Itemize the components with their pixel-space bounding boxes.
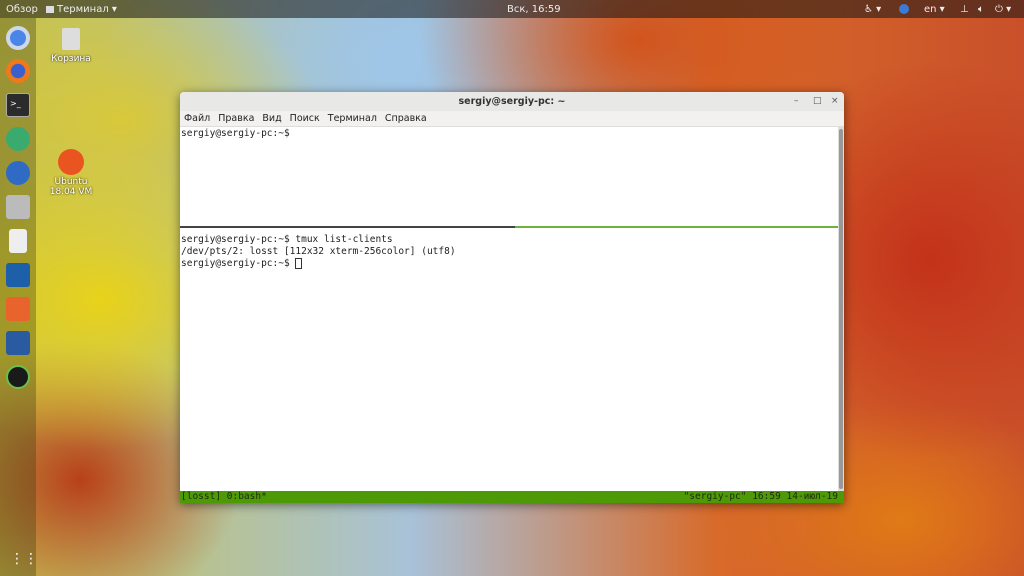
scrollbar-thumb[interactable]: [839, 129, 843, 489]
network-icon[interactable]: ⊥: [960, 4, 969, 15]
tmux-status-left: [losst] 0:bash*: [181, 491, 267, 502]
app-menu-label: Терминал ▾: [57, 3, 117, 15]
chromium-icon[interactable]: [6, 26, 30, 50]
activities-button[interactable]: Обзор: [6, 4, 38, 15]
accessibility-icon[interactable]: ♿ ▾: [864, 4, 881, 15]
dock: >_ ⋮⋮: [0, 18, 38, 576]
menu-view[interactable]: Вид: [262, 111, 281, 126]
menu-search[interactable]: Поиск: [290, 111, 320, 126]
cursor: [295, 258, 303, 269]
scrollbar[interactable]: [838, 127, 844, 491]
terminal-line: /dev/pts/2: losst [112x32 xterm-256color…: [181, 246, 456, 257]
rhythmbox-icon[interactable]: [9, 229, 27, 253]
tmux-status-right: "sergiy-pc" 16:59 14-июл-19: [683, 491, 838, 502]
menu-file[interactable]: Файл: [184, 111, 210, 126]
show-applications-icon[interactable]: ⋮⋮: [10, 551, 38, 567]
terminal-prompt-line: sergiy@sergiy-pc:~$: [181, 258, 303, 270]
virtualbox-icon[interactable]: [6, 331, 30, 355]
atom-icon[interactable]: [6, 127, 30, 151]
terminal-dock-icon[interactable]: >_: [6, 93, 30, 117]
pane-divider-active: [515, 226, 838, 228]
top-pane-prompt: sergiy@sergiy-pc:~$: [181, 128, 290, 139]
language-selector[interactable]: en ▾: [924, 4, 945, 15]
ubuntu-icon: [58, 149, 84, 175]
libreoffice-writer-icon[interactable]: [6, 263, 30, 287]
clock[interactable]: Вск, 16:59: [507, 4, 561, 15]
menu-bar: Файл Правка Вид Поиск Терминал Справка: [180, 111, 844, 127]
top-bar: Обзор Терминал ▾ Вск, 16:59 ♿ ▾ en ▾ ⊥ 🔈…: [0, 0, 1024, 18]
menu-help[interactable]: Справка: [385, 111, 427, 126]
ubuntu-vm-desktop-icon[interactable]: Ubuntu 18.04 VM: [41, 149, 101, 197]
gimp-icon[interactable]: [6, 365, 30, 389]
pane-divider-inactive: [180, 226, 515, 228]
prompt-text: sergiy@sergiy-pc:~$: [181, 258, 296, 269]
menu-terminal[interactable]: Терминал: [328, 111, 377, 126]
terminal-line: sergiy@sergiy-pc:~$ tmux list-clients: [181, 234, 393, 245]
volume-icon[interactable]: 🔈︎: [978, 4, 984, 15]
maximize-button[interactable]: □: [813, 92, 822, 111]
terminal-icon: [46, 5, 54, 13]
ubuntu-label-version: 18.04 VM: [49, 187, 93, 197]
firefox-icon[interactable]: [6, 59, 30, 83]
chrome-tray-icon[interactable]: [899, 4, 909, 14]
window-title: sergiy@sergiy-pc: ~: [458, 96, 566, 107]
trash-icon: [62, 28, 80, 50]
title-bar[interactable]: sergiy@sergiy-pc: ~ – □ ×: [180, 92, 844, 111]
ubuntu-label: Ubuntu: [54, 177, 88, 187]
software-center-icon[interactable]: [6, 297, 30, 321]
power-icon[interactable]: ⏻ ▾: [995, 4, 1011, 15]
trash-label: Корзина: [51, 54, 91, 64]
menu-edit[interactable]: Правка: [218, 111, 254, 126]
app-menu[interactable]: Терминал ▾: [46, 4, 117, 15]
terminal-area[interactable]: sergiy@sergiy-pc:~$ sergiy@sergiy-pc:~$ …: [180, 127, 838, 491]
tmux-status-bar: [losst] 0:bash* "sergiy-pc" 16:59 14-июл…: [180, 491, 844, 503]
close-button[interactable]: ×: [831, 92, 839, 111]
terminal-window: sergiy@sergiy-pc: ~ – □ × Файл Правка Ви…: [180, 92, 844, 503]
minimize-button[interactable]: –: [794, 92, 799, 111]
thunderbird-icon[interactable]: [6, 161, 30, 185]
files-icon[interactable]: [6, 195, 30, 219]
trash-desktop-icon[interactable]: Корзина: [41, 28, 101, 64]
